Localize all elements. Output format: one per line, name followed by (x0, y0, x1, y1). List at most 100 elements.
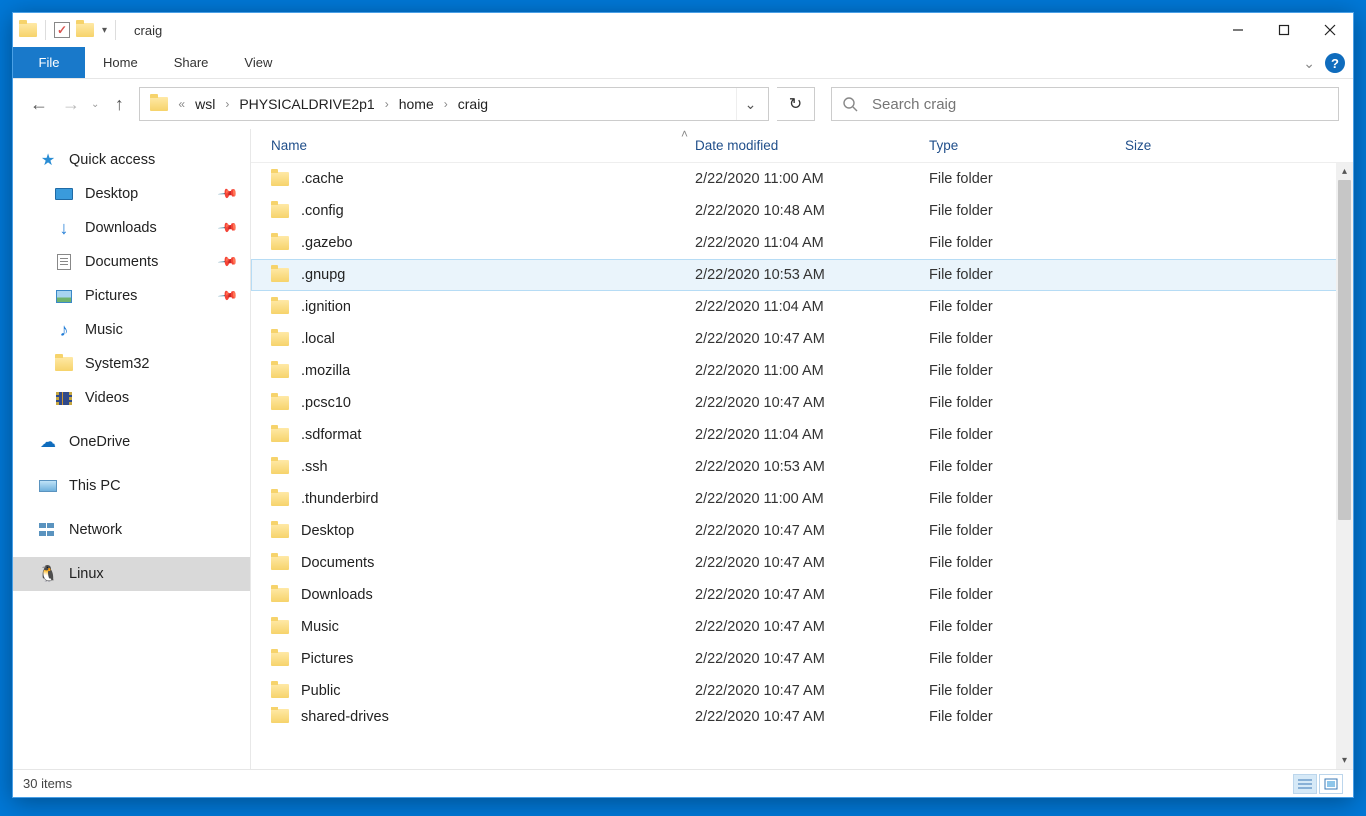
file-name: .config (301, 203, 695, 219)
refresh-button[interactable]: ↻ (777, 87, 815, 121)
folder-icon (271, 204, 289, 218)
file-name: .sdformat (301, 427, 695, 443)
file-date: 2/22/2020 10:47 AM (695, 587, 929, 603)
app-folder-icon (19, 23, 37, 37)
sidebar-item-label: System32 (85, 356, 149, 372)
sidebar-item-videos[interactable]: Videos (13, 381, 250, 415)
column-headers: ˄ Name Date modified Type Size (251, 129, 1353, 163)
chevron-right-icon[interactable]: › (221, 97, 233, 111)
breadcrumb-overflow-icon[interactable]: « (174, 97, 189, 111)
sidebar-item-desktop[interactable]: Desktop 📌 (13, 177, 250, 211)
folder-icon (271, 172, 289, 186)
sidebar-item-label: Network (69, 522, 122, 538)
file-row[interactable]: Public2/22/2020 10:47 AMFile folder (251, 675, 1353, 707)
qat-properties-icon[interactable]: ✓ (54, 22, 70, 38)
menu-share[interactable]: Share (156, 47, 227, 78)
file-row[interactable]: .gazebo2/22/2020 11:04 AMFile folder (251, 227, 1353, 259)
sidebar-item-quick-access[interactable]: ★ Quick access (13, 143, 250, 177)
sidebar-item-linux[interactable]: 🐧 Linux (13, 557, 250, 591)
file-name: .gazebo (301, 235, 695, 251)
file-row[interactable]: .mozilla2/22/2020 11:00 AMFile folder (251, 355, 1353, 387)
nav-up-button[interactable]: ↑ (107, 92, 131, 116)
titlebar[interactable]: ✓ ▾ craig (13, 13, 1353, 47)
file-type: File folder (929, 709, 1125, 725)
scrollbar-thumb[interactable] (1338, 180, 1351, 520)
breadcrumb-segment[interactable]: craig (452, 88, 494, 120)
help-icon[interactable]: ? (1325, 53, 1345, 73)
file-type: File folder (929, 171, 1125, 187)
maximize-button[interactable] (1261, 13, 1307, 47)
chevron-right-icon[interactable]: › (440, 97, 452, 111)
column-header-name[interactable]: Name (271, 138, 695, 153)
menu-file[interactable]: File (13, 47, 85, 78)
scroll-up-icon[interactable]: ▴ (1336, 163, 1353, 180)
qat-newfolder-icon[interactable] (76, 23, 94, 37)
folder-icon (271, 556, 289, 570)
column-header-type[interactable]: Type (929, 138, 1125, 153)
vertical-scrollbar[interactable]: ▴ ▾ (1336, 163, 1353, 769)
file-name: Music (301, 619, 695, 635)
sidebar-item-system32[interactable]: System32 (13, 347, 250, 381)
file-type: File folder (929, 523, 1125, 539)
sidebar-item-downloads[interactable]: ↓ Downloads 📌 (13, 211, 250, 245)
address-bar[interactable]: « wsl › PHYSICALDRIVE2p1 › home › craig … (139, 87, 769, 121)
minimize-button[interactable] (1215, 13, 1261, 47)
sidebar-item-pictures[interactable]: Pictures 📌 (13, 279, 250, 313)
view-thumbnails-button[interactable] (1319, 774, 1343, 794)
sidebar-item-label: Linux (69, 566, 104, 582)
folder-icon (271, 364, 289, 378)
file-row[interactable]: Downloads2/22/2020 10:47 AMFile folder (251, 579, 1353, 611)
address-dropdown-icon[interactable]: ⌄ (736, 88, 764, 120)
nav-back-button[interactable]: ← (27, 92, 51, 116)
folder-icon (271, 396, 289, 410)
sidebar-item-this-pc[interactable]: This PC (13, 469, 250, 503)
sidebar-item-music[interactable]: ♪ Music (13, 313, 250, 347)
file-row[interactable]: .ssh2/22/2020 10:53 AMFile folder (251, 451, 1353, 483)
breadcrumb-segment[interactable]: PHYSICALDRIVE2p1 (233, 88, 380, 120)
file-row[interactable]: shared-drives2/22/2020 10:47 AMFile fold… (251, 707, 1353, 729)
file-row[interactable]: .cache2/22/2020 11:00 AMFile folder (251, 163, 1353, 195)
file-type: File folder (929, 363, 1125, 379)
file-row[interactable]: .config2/22/2020 10:48 AMFile folder (251, 195, 1353, 227)
column-header-size[interactable]: Size (1125, 138, 1245, 153)
file-row[interactable]: Pictures2/22/2020 10:47 AMFile folder (251, 643, 1353, 675)
menu-view[interactable]: View (226, 47, 290, 78)
nav-forward-button[interactable]: → (59, 92, 83, 116)
search-input[interactable] (872, 96, 1328, 113)
nav-history-dropdown[interactable]: ⌄ (91, 99, 99, 110)
chevron-right-icon[interactable]: › (381, 97, 393, 111)
menu-home[interactable]: Home (85, 47, 156, 78)
ribbon-expand-icon[interactable]: ⌄ (1303, 55, 1315, 72)
file-row[interactable]: .local2/22/2020 10:47 AMFile folder (251, 323, 1353, 355)
file-name: .cache (301, 171, 695, 187)
view-details-button[interactable] (1293, 774, 1317, 794)
close-button[interactable] (1307, 13, 1353, 47)
scroll-down-icon[interactable]: ▾ (1336, 752, 1353, 769)
file-row[interactable]: Documents2/22/2020 10:47 AMFile folder (251, 547, 1353, 579)
search-box[interactable] (831, 87, 1339, 121)
sidebar-item-label: OneDrive (69, 434, 130, 450)
breadcrumb-segment[interactable]: home (393, 88, 440, 120)
file-type: File folder (929, 427, 1125, 443)
file-date: 2/22/2020 10:47 AM (695, 651, 929, 667)
file-row[interactable]: .ignition2/22/2020 11:04 AMFile folder (251, 291, 1353, 323)
file-row[interactable]: .gnupg2/22/2020 10:53 AMFile folder (251, 259, 1353, 291)
sidebar-item-documents[interactable]: Documents 📌 (13, 245, 250, 279)
qat-dropdown-icon[interactable]: ▾ (102, 25, 107, 36)
file-row[interactable]: Music2/22/2020 10:47 AMFile folder (251, 611, 1353, 643)
file-row[interactable]: Desktop2/22/2020 10:47 AMFile folder (251, 515, 1353, 547)
folder-icon (271, 332, 289, 346)
sidebar-item-onedrive[interactable]: ☁ OneDrive (13, 425, 250, 459)
file-row[interactable]: .sdformat2/22/2020 11:04 AMFile folder (251, 419, 1353, 451)
file-row[interactable]: .thunderbird2/22/2020 11:00 AMFile folde… (251, 483, 1353, 515)
column-header-date[interactable]: Date modified (695, 138, 929, 153)
documents-icon (53, 253, 75, 271)
file-row[interactable]: .pcsc102/22/2020 10:47 AMFile folder (251, 387, 1353, 419)
sidebar-item-network[interactable]: Network (13, 513, 250, 547)
navigation-pane[interactable]: ★ Quick access Desktop 📌 ↓ Downloads 📌 D… (13, 129, 251, 769)
desktop-icon (53, 185, 75, 203)
breadcrumb-segment[interactable]: wsl (189, 88, 221, 120)
file-type: File folder (929, 331, 1125, 347)
close-icon (1324, 24, 1336, 36)
file-list[interactable]: .cache2/22/2020 11:00 AMFile folder.conf… (251, 163, 1353, 769)
